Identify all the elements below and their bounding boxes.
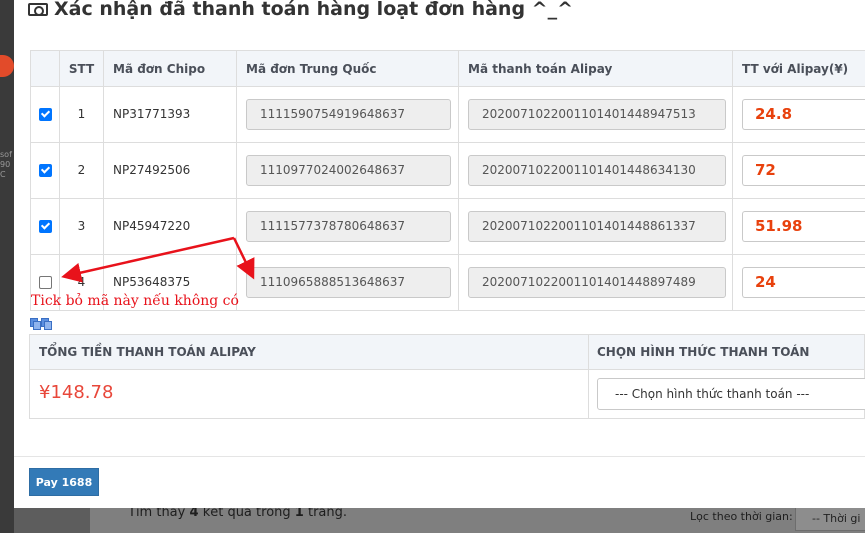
- header-cn-order: Mã đơn Trung Quốc: [237, 51, 459, 86]
- header-stt: STT: [60, 51, 104, 86]
- alipay-amount-input[interactable]: 72: [742, 154, 865, 186]
- header-alipay-amount: TT với Alipay(¥): [742, 61, 849, 76]
- cn-order-input[interactable]: 1111577378780648637: [246, 210, 451, 242]
- background-filter-select: -- Thời gi: [795, 507, 865, 531]
- alipay-code-input[interactable]: 2020071022001101401448861337: [468, 210, 726, 242]
- table-row: 3 NP45947220 1111577378780648637 2020071…: [30, 198, 865, 255]
- alipay-code-input[interactable]: 2020071022001101401448634130: [468, 154, 726, 186]
- row-chipo-code: NP45947220: [104, 198, 237, 254]
- row-checkbox[interactable]: [38, 275, 52, 289]
- table-row: 2 NP27492506 1110977024002648637 2020071…: [30, 142, 865, 199]
- method-label: CHỌN HÌNH THỨC THANH TOÁN: [597, 345, 810, 359]
- copy-icons[interactable]: [30, 318, 52, 330]
- copy-icon[interactable]: [30, 318, 41, 330]
- header-alipay-code: Mã thanh toán Alipay: [459, 51, 733, 86]
- alipay-amount-input[interactable]: 24.8: [742, 98, 865, 130]
- row-chipo-code: NP27492506: [104, 142, 237, 198]
- row-checkbox[interactable]: [38, 107, 52, 121]
- row-stt: 1: [60, 86, 104, 142]
- header-chipo: Mã đơn Chipo: [104, 51, 237, 86]
- row-chipo-code: NP31771393: [104, 86, 237, 142]
- alipay-code-input[interactable]: 2020071022001101401448947513: [468, 98, 726, 130]
- copy-icon[interactable]: [41, 318, 52, 330]
- money-bill-icon: [28, 2, 48, 16]
- payment-method-select[interactable]: --- Chọn hình thức thanh toán ---: [597, 378, 865, 410]
- background-fragment: sof 90 C: [0, 150, 12, 179]
- modal-title: Xác nhận đã thanh toán hàng loạt đơn hàn…: [28, 0, 573, 20]
- summary-divider: [588, 335, 589, 418]
- modal-title-text: Xác nhận đã thanh toán hàng loạt đơn hàn…: [54, 0, 573, 20]
- annotation-text: Tick bỏ mã này nếu không có: [31, 293, 239, 309]
- payment-summary: TỔNG TIỀN THANH TOÁN ALIPAY CHỌN HÌNH TH…: [29, 334, 865, 419]
- orders-table: STT Mã đơn Chipo Mã đơn Trung Quốc Mã th…: [30, 50, 865, 311]
- cn-order-input[interactable]: 1111590754919648637: [246, 98, 451, 130]
- background-sidebar: sof 90 C: [0, 0, 14, 533]
- modal-footer: Pay 1688: [14, 456, 865, 508]
- alipay-code-input[interactable]: 2020071022001101401448897489: [468, 266, 726, 298]
- total-value: ¥148.78: [39, 382, 114, 403]
- row-stt: 2: [60, 142, 104, 198]
- cn-order-input[interactable]: 1110965888513648637: [246, 266, 451, 298]
- confirm-payment-modal: Xác nhận đã thanh toán hàng loạt đơn hàn…: [14, 0, 865, 507]
- pay-1688-button[interactable]: Pay 1688: [29, 468, 99, 496]
- alipay-amount-input[interactable]: 24: [742, 266, 865, 298]
- table-header: STT Mã đơn Chipo Mã đơn Trung Quốc Mã th…: [30, 51, 865, 87]
- header-select: [30, 51, 60, 86]
- total-label: TỔNG TIỀN THANH TOÁN ALIPAY: [39, 345, 256, 359]
- row-stt: 3: [60, 198, 104, 254]
- background-filter-label: Lọc theo thời gian:: [690, 510, 793, 523]
- alipay-amount-input[interactable]: 51.98: [742, 210, 865, 242]
- background-logo: [0, 55, 14, 77]
- table-row: 1 NP31771393 1111590754919648637 2020071…: [30, 86, 865, 143]
- row-checkbox[interactable]: [38, 219, 52, 233]
- cn-order-input[interactable]: 1110977024002648637: [246, 154, 451, 186]
- row-checkbox[interactable]: [38, 163, 52, 177]
